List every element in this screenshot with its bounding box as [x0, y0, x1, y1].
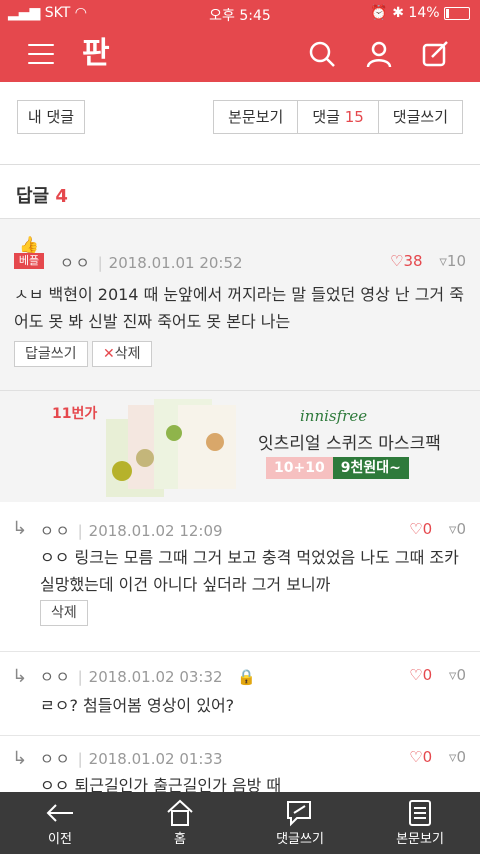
comment-date: 2018.01.01 20:52	[108, 254, 243, 272]
reply-arrow-icon: ↳	[12, 518, 28, 539]
nav-view-body[interactable]: 본문보기	[360, 792, 480, 854]
delete-button[interactable]: 삭제	[40, 600, 88, 626]
like-button[interactable]: ♡0	[409, 520, 432, 538]
lock-icon: 🔒	[237, 668, 257, 686]
comment-date: 2018.01.02 12:09	[88, 522, 223, 540]
close-icon: ✕	[103, 346, 115, 362]
nav-write-comment[interactable]: 댓글쓰기	[240, 792, 360, 854]
comment-date: 2018.01.02 03:32	[88, 668, 223, 686]
ad-deal: 10+10 9천원대~	[266, 457, 409, 479]
home-icon	[120, 798, 240, 828]
comment-author: ㅇㅇ	[60, 254, 92, 272]
like-icon: ♡	[409, 666, 423, 684]
best-badge: 👍 베플	[14, 235, 44, 269]
dislike-button[interactable]: ▿0	[449, 748, 466, 766]
bottom-nav: 이전 홈 댓글쓰기 본문보기	[0, 792, 480, 854]
document-icon	[360, 798, 480, 828]
like-button[interactable]: ♡38	[390, 252, 423, 270]
ad-store-logo: 11번가	[52, 406, 98, 422]
best-comment: 👍 베플 ㅇㅇ | 2018.01.01 20:52 ♡38 ▿10 ㅅㅂ 백현이 …	[0, 218, 480, 390]
reply-item: ↳ ㅇㅇ | 2018.01.02 03:32 🔒 ♡0 ▿0 ㄹㅇ? 첨들어봄 영…	[0, 652, 480, 736]
dislike-button[interactable]: ▿0	[449, 666, 466, 684]
nav-home[interactable]: 홈	[120, 792, 240, 854]
like-button[interactable]: ♡0	[409, 748, 432, 766]
nav-prev[interactable]: 이전	[0, 792, 120, 854]
like-icon: ♡	[409, 520, 423, 538]
comment-edit-icon	[240, 798, 360, 828]
write-comment-button[interactable]: 댓글쓰기	[378, 100, 463, 134]
ad-banner[interactable]: 11번가 innisfree 잇츠리얼 스퀴즈 마스크팩 10+10 9천원대~	[0, 390, 480, 504]
like-button[interactable]: ♡0	[409, 666, 432, 684]
comments-label: 댓글	[312, 108, 340, 126]
dislike-icon: ▿	[439, 252, 447, 270]
search-icon[interactable]	[308, 40, 336, 68]
my-comments-button[interactable]: 내 댓글	[17, 100, 85, 134]
like-icon: ♡	[390, 252, 404, 270]
thumbs-up-icon: 👍	[19, 235, 39, 254]
reply-arrow-icon: ↳	[12, 748, 28, 769]
menu-icon[interactable]	[28, 44, 54, 64]
reply-item: ↳ ㅇㅇ | 2018.01.02 01:33 ♡0 ▿0 ㅇㅇ 퇴근길인가 출근길…	[0, 736, 480, 796]
ad-product-image	[106, 399, 238, 499]
edit-icon[interactable]	[422, 40, 450, 68]
comment-text: ㅇㅇ 링크는 모름 그때 그거 보고 충격 먹었었음 나도 그때 조카 실망했는…	[40, 548, 459, 594]
reply-button[interactable]: 답글쓰기	[14, 341, 88, 367]
like-icon: ♡	[409, 748, 423, 766]
section-title-label: 답글	[16, 186, 50, 207]
back-arrow-icon	[0, 798, 120, 828]
status-bar: ▂▄▆ SKT ◠ 오후 5:45 ⏰ ✱ 14%	[0, 0, 480, 26]
comments-count: 15	[344, 108, 364, 126]
comment-date: 2018.01.02 01:33	[88, 750, 223, 768]
comment-text: ㅅㅂ 백현이 2014 때 눈앞에서 꺼지라는 말 들었던 영상 난 그거 죽어…	[14, 285, 464, 331]
reply-count: 4	[55, 186, 68, 207]
alarm-icon: ⏰	[370, 5, 388, 21]
comment-author: ㅇㅇ	[40, 668, 72, 686]
battery-percent: 14%	[408, 5, 440, 21]
battery-icon	[444, 6, 470, 20]
user-icon[interactable]	[365, 40, 393, 68]
bluetooth-icon: ✱	[392, 5, 404, 21]
comment-author: ㅇㅇ	[40, 750, 72, 768]
ad-headline: 잇츠리얼 스퀴즈 마스크팩	[258, 434, 441, 454]
comment-author: ㅇㅇ	[40, 522, 72, 540]
dislike-button[interactable]: ▿10	[439, 252, 466, 270]
comments-button[interactable]: 댓글 15	[298, 100, 379, 134]
dislike-button[interactable]: ▿0	[449, 520, 466, 538]
reply-item: ↳ ㅇㅇ | 2018.01.02 12:09 ♡0 ▿0 ㅇㅇ 링크는 모름 그때…	[0, 502, 480, 652]
comment-text: ㄹㅇ? 첨들어봄 영상이 있어?	[40, 696, 235, 715]
ad-brand: innisfree	[300, 407, 368, 425]
delete-button[interactable]: ✕삭제	[92, 341, 152, 367]
comment-toolbar: 내 댓글 본문보기 댓글 15 댓글쓰기	[0, 82, 480, 165]
logo[interactable]: 판	[82, 36, 110, 72]
view-body-button[interactable]: 본문보기	[213, 100, 299, 134]
reply-arrow-icon: ↳	[12, 666, 28, 687]
section-title: 답글 4	[16, 182, 68, 208]
app-bar: 판	[0, 26, 480, 82]
